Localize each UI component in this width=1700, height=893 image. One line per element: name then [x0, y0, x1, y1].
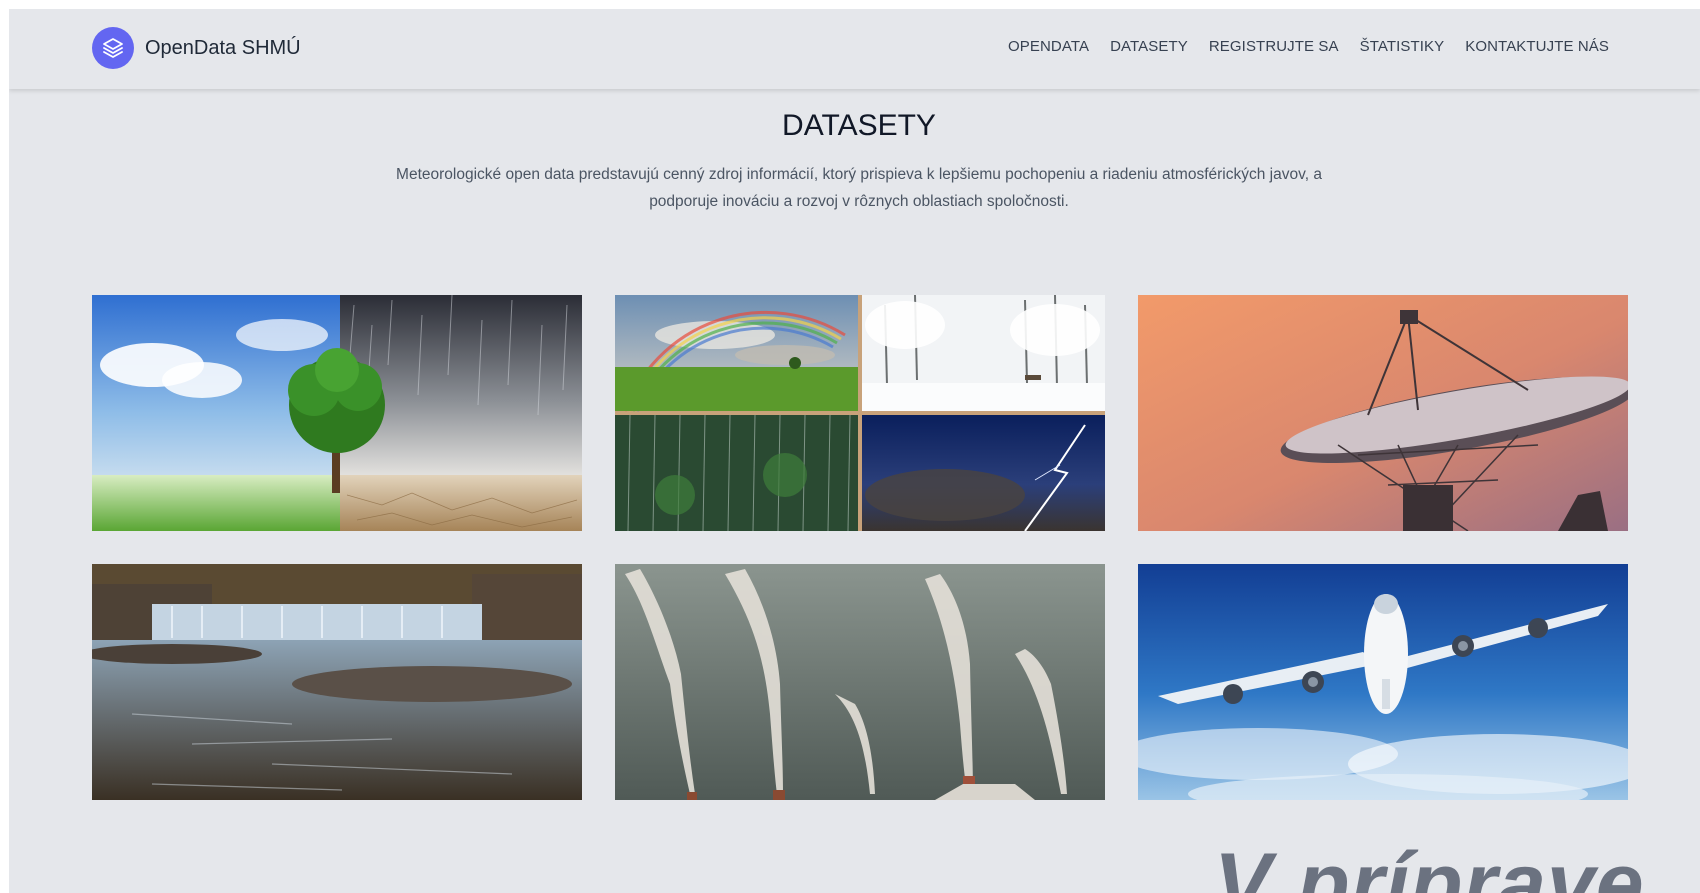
dataset-card-aviation[interactable] [1138, 564, 1628, 800]
nav-kontaktujte-nas[interactable]: KONTAKTUJTE NÁS [1465, 38, 1609, 55]
nav-registrujte-sa[interactable]: REGISTRUJTE SA [1209, 38, 1339, 55]
waterfall-image [92, 564, 582, 800]
dataset-card-air-quality[interactable] [615, 564, 1105, 800]
weather-collage-image [615, 295, 1105, 531]
page: OpenData SHMÚ OPENDATA DATASETY REGISTRU… [9, 9, 1700, 893]
brand-link[interactable]: OpenData SHMÚ [92, 27, 301, 69]
dataset-card-satellite[interactable] [1138, 295, 1628, 531]
intro-line-2: podporuje inováciu a rozvoj v rôznych ob… [649, 193, 1069, 210]
satellite-dish-image [1138, 295, 1628, 531]
smokestacks-image [615, 564, 1105, 800]
climate-tree-image [92, 295, 582, 531]
nav-statistiky[interactable]: ŠTATISTIKY [1360, 38, 1445, 55]
intro-line-1: Meteorologické open data predstavujú cen… [396, 166, 1322, 183]
navbar: OpenData SHMÚ OPENDATA DATASETY REGISTRU… [9, 9, 1700, 89]
in-preparation-banner: V príprave [1214, 836, 1645, 893]
layers-icon [92, 27, 134, 69]
nav-datasety[interactable]: DATASETY [1110, 38, 1188, 55]
page-title: DATASETY [782, 109, 936, 142]
dataset-card-hydrology[interactable] [92, 564, 582, 800]
nav-opendata[interactable]: OPENDATA [1008, 38, 1089, 55]
dataset-card-weather-phenomena[interactable] [615, 295, 1105, 531]
airplane-image [1138, 564, 1628, 800]
dataset-grid [92, 295, 1629, 800]
intro-text: Meteorologické open data predstavujú cen… [369, 161, 1349, 215]
main-nav: OPENDATA DATASETY REGISTRUJTE SA ŠTATIST… [1008, 38, 1609, 55]
dataset-card-climate[interactable] [92, 295, 582, 531]
brand-name: OpenData SHMÚ [145, 36, 301, 59]
